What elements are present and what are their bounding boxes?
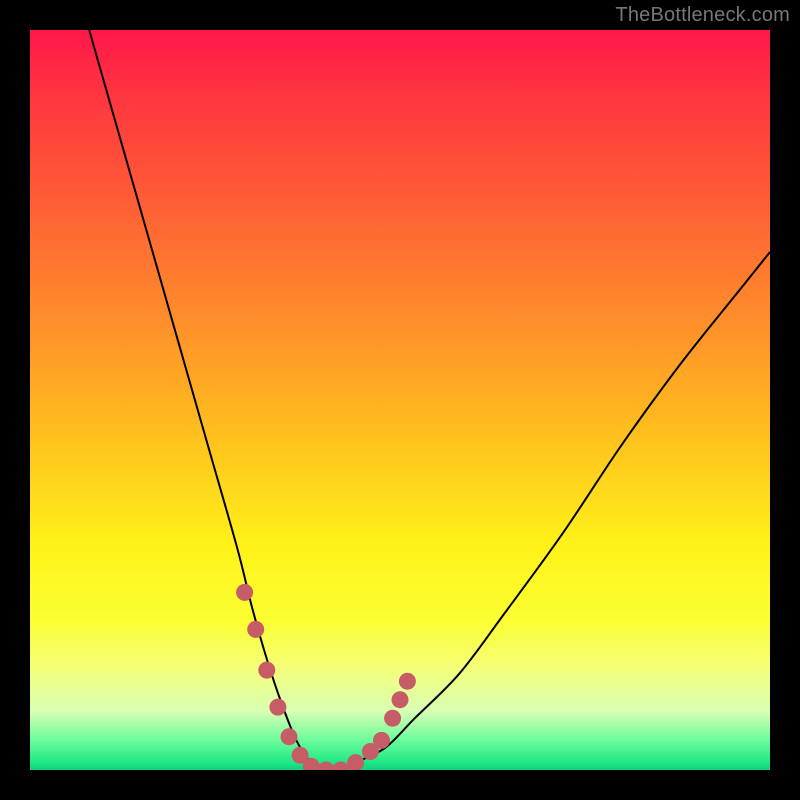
curve-marker	[384, 710, 401, 727]
curve-markers	[236, 584, 416, 770]
bottleneck-curve	[89, 30, 770, 770]
curve-marker	[392, 691, 409, 708]
curve-marker	[258, 662, 275, 679]
curve-marker	[269, 699, 286, 716]
curve-marker	[399, 673, 416, 690]
plot-area	[30, 30, 770, 770]
curve-marker	[281, 728, 298, 745]
curve-marker	[347, 754, 364, 770]
chart-frame: TheBottleneck.com	[0, 0, 800, 800]
curve-marker	[332, 762, 349, 771]
curve-marker	[373, 732, 390, 749]
curve-marker	[247, 621, 264, 638]
curve-marker	[318, 762, 335, 771]
curve-layer	[30, 30, 770, 770]
watermark-text: TheBottleneck.com	[615, 4, 790, 27]
bottleneck-curve-path	[89, 30, 770, 770]
curve-marker	[236, 584, 253, 601]
